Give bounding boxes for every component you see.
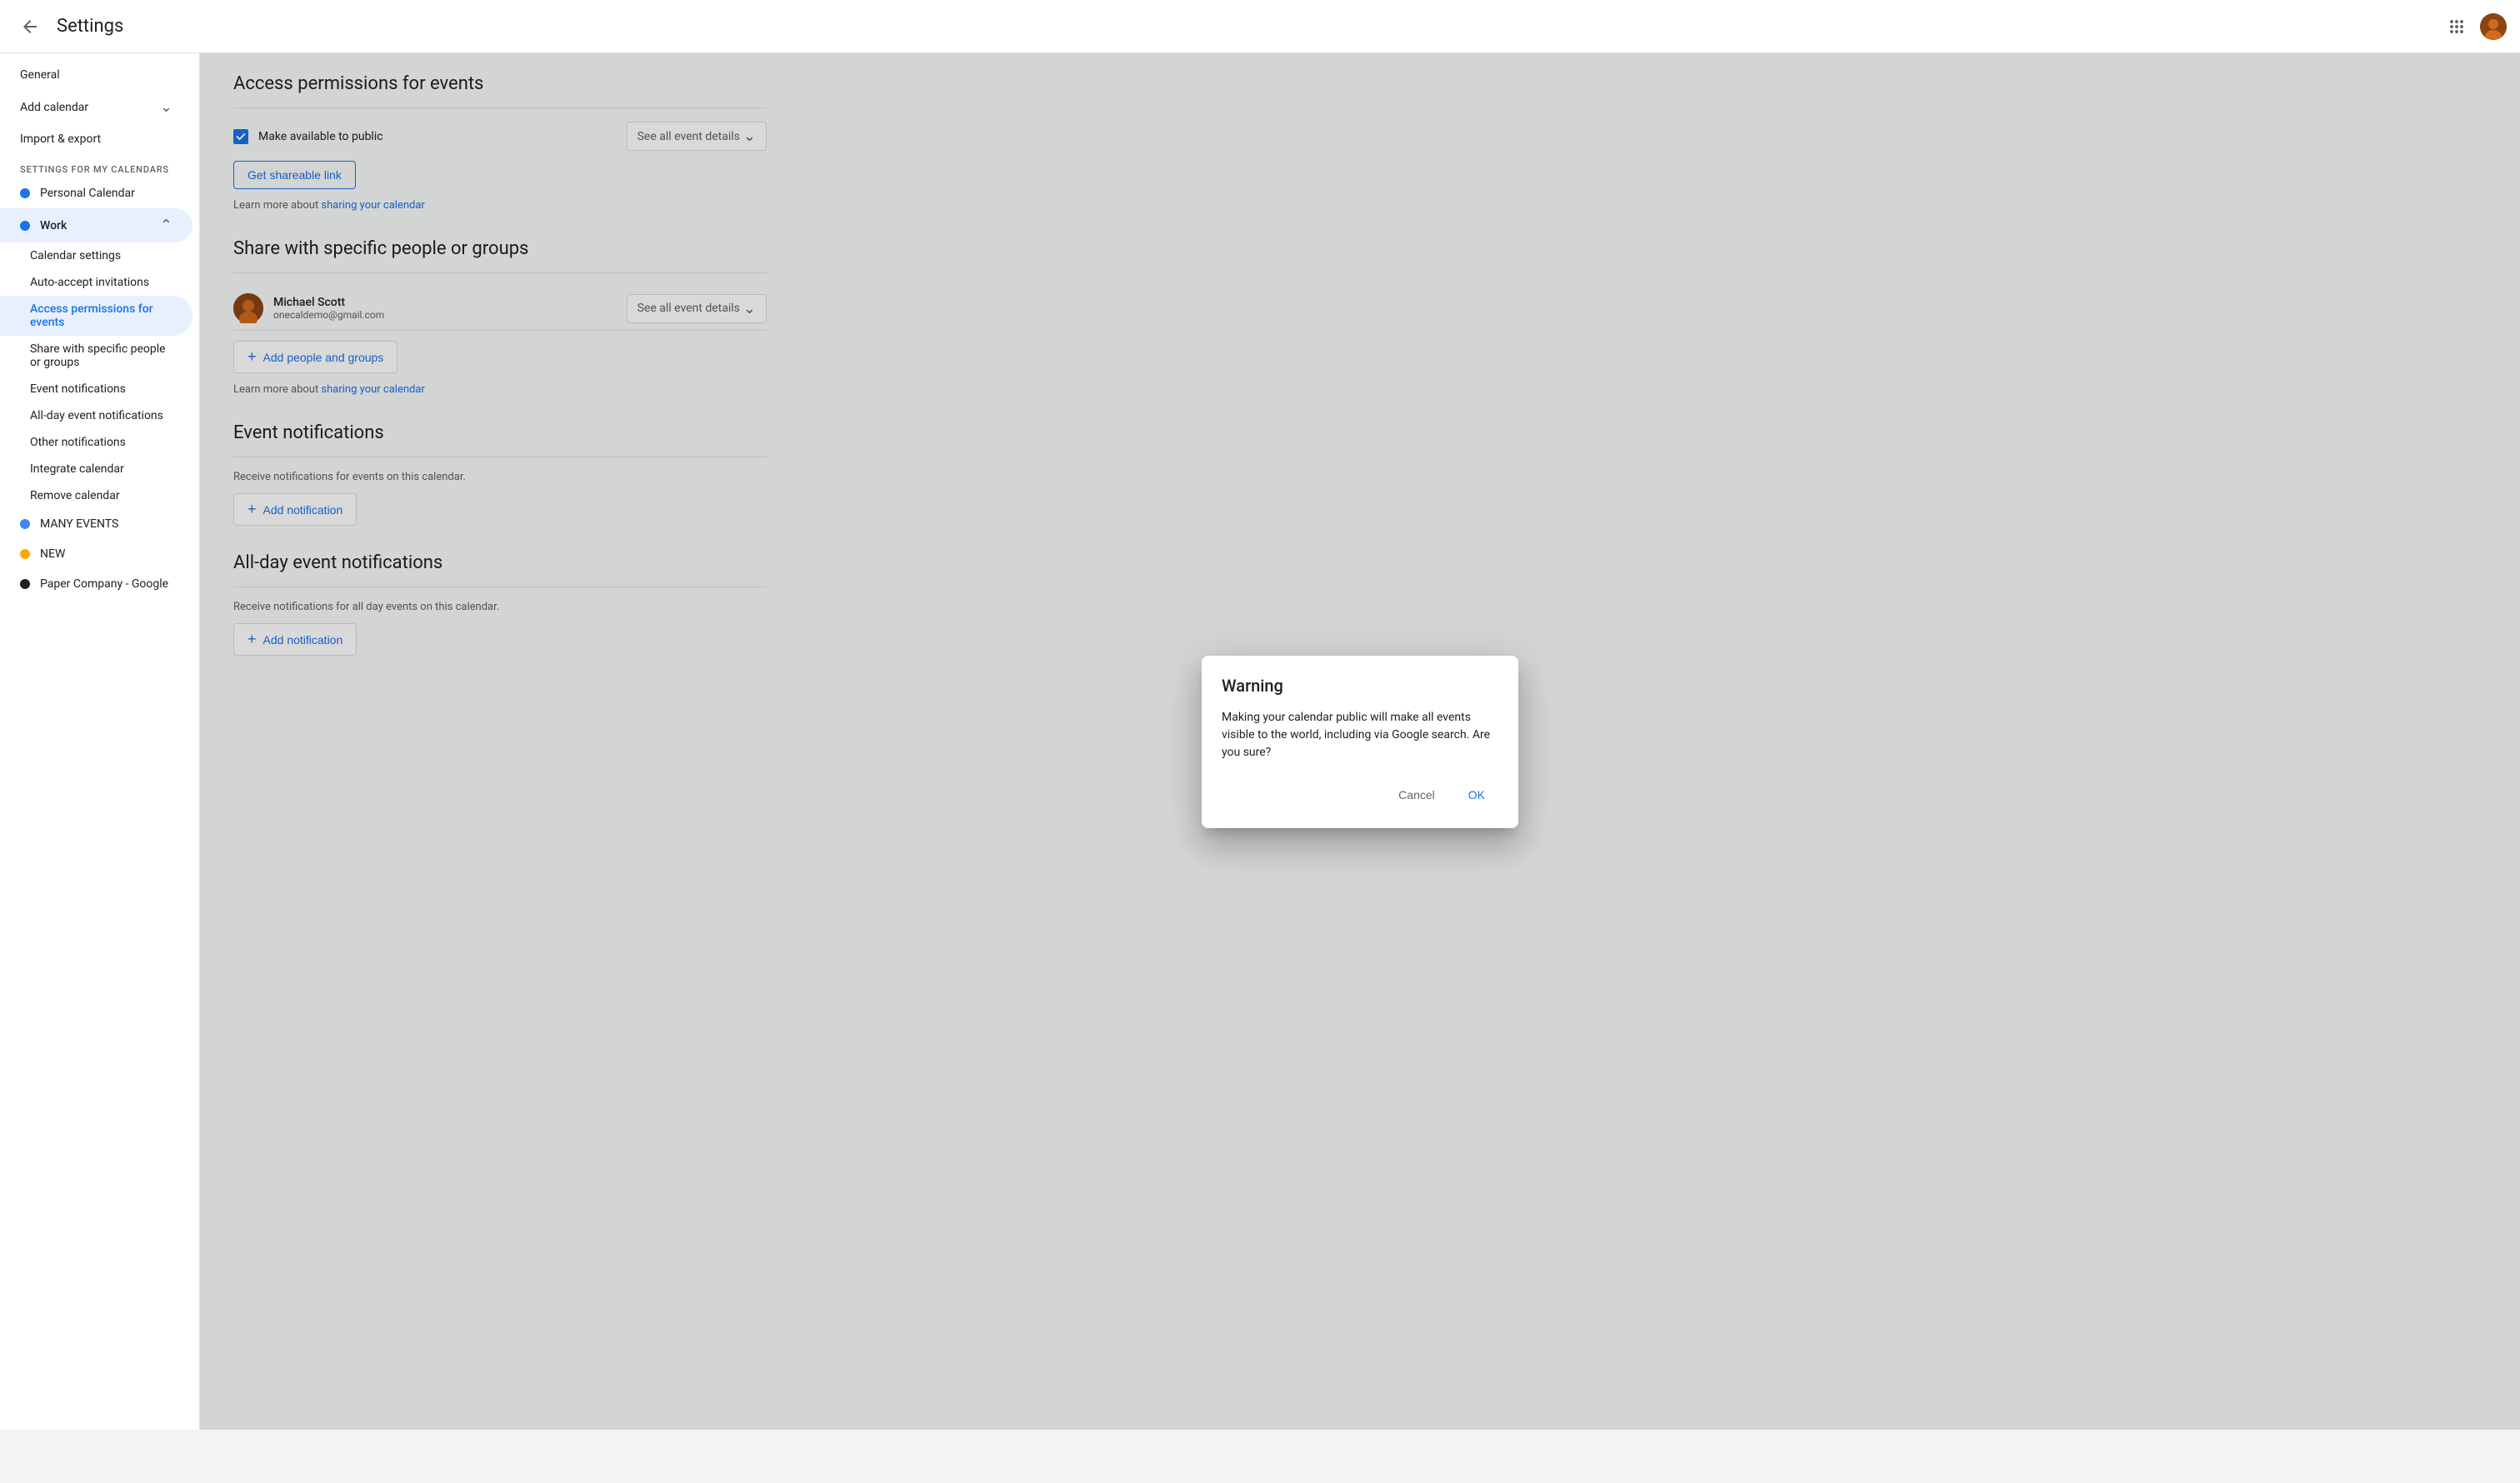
sidebar-item-general[interactable]: General — [0, 60, 192, 90]
sidebar: General Add calendar ⌄ Import & export S… — [0, 53, 200, 1430]
paper-company-label: Paper Company - Google — [40, 577, 168, 591]
sidebar-item-import-export[interactable]: Import & export — [0, 124, 192, 154]
add-calendar-label: Add calendar — [20, 101, 160, 114]
dialog-cancel-button[interactable]: Cancel — [1385, 781, 1448, 808]
avatar[interactable] — [2480, 13, 2507, 40]
sidebar-sub-allday-notifications[interactable]: All-day event notifications — [0, 402, 192, 429]
paper-company-dot — [20, 579, 30, 589]
many-events-dot — [20, 519, 30, 529]
sidebar-sub-calendar-settings[interactable]: Calendar settings — [0, 242, 192, 269]
sidebar-sub-share[interactable]: Share with specific people or groups — [0, 336, 192, 376]
sidebar-item-paper-company[interactable]: Paper Company - Google — [0, 569, 192, 599]
dialog-actions: Cancel OK — [1222, 781, 1498, 808]
topbar: Settings — [0, 0, 2520, 53]
sidebar-item-add-calendar[interactable]: Add calendar ⌄ — [0, 90, 192, 124]
sidebar-sub-event-notifications[interactable]: Event notifications — [0, 376, 192, 402]
sidebar-item-personal-calendar[interactable]: Personal Calendar — [0, 178, 192, 208]
sidebar-sub-access-permissions[interactable]: Access permissions for events — [0, 296, 192, 336]
topbar-left: Settings — [13, 10, 123, 43]
sidebar-item-many-events[interactable]: MANY EVENTS — [0, 509, 192, 539]
work-dot — [20, 221, 30, 231]
dialog-title: Warning — [1222, 676, 1498, 696]
sidebar-sub-integrate[interactable]: Integrate calendar — [0, 456, 192, 482]
page-title: Settings — [57, 16, 123, 37]
personal-calendar-label: Personal Calendar — [40, 187, 135, 200]
new-dot — [20, 549, 30, 559]
sidebar-section-my-calendars: Settings for my calendars — [0, 154, 199, 178]
sidebar-item-import-export-label: Import & export — [20, 132, 101, 146]
dialog-ok-button[interactable]: OK — [1455, 781, 1498, 808]
apps-icon[interactable] — [2440, 10, 2473, 43]
sidebar-sub-other-notifications[interactable]: Other notifications — [0, 429, 192, 456]
sidebar-item-general-label: General — [20, 68, 60, 82]
work-label: Work — [40, 219, 160, 232]
personal-calendar-dot — [20, 188, 30, 198]
chevron-down-icon: ⌄ — [160, 98, 172, 116]
sidebar-item-work[interactable]: Work ⌃ — [0, 208, 192, 242]
dialog-body: Making your calendar public will make al… — [1222, 709, 1498, 761]
new-label: NEW — [40, 547, 65, 561]
sidebar-sub-auto-accept[interactable]: Auto-accept invitations — [0, 269, 192, 296]
back-button[interactable] — [13, 10, 47, 43]
many-events-label: MANY EVENTS — [40, 517, 118, 531]
sidebar-sub-remove[interactable]: Remove calendar — [0, 482, 192, 509]
warning-dialog: Warning Making your calendar public will… — [1202, 656, 1518, 828]
work-chevron-icon: ⌃ — [160, 217, 172, 234]
dialog-overlay: Warning Making your calendar public will… — [200, 53, 2520, 1430]
sidebar-item-new[interactable]: NEW — [0, 539, 192, 569]
topbar-right — [2440, 10, 2507, 43]
